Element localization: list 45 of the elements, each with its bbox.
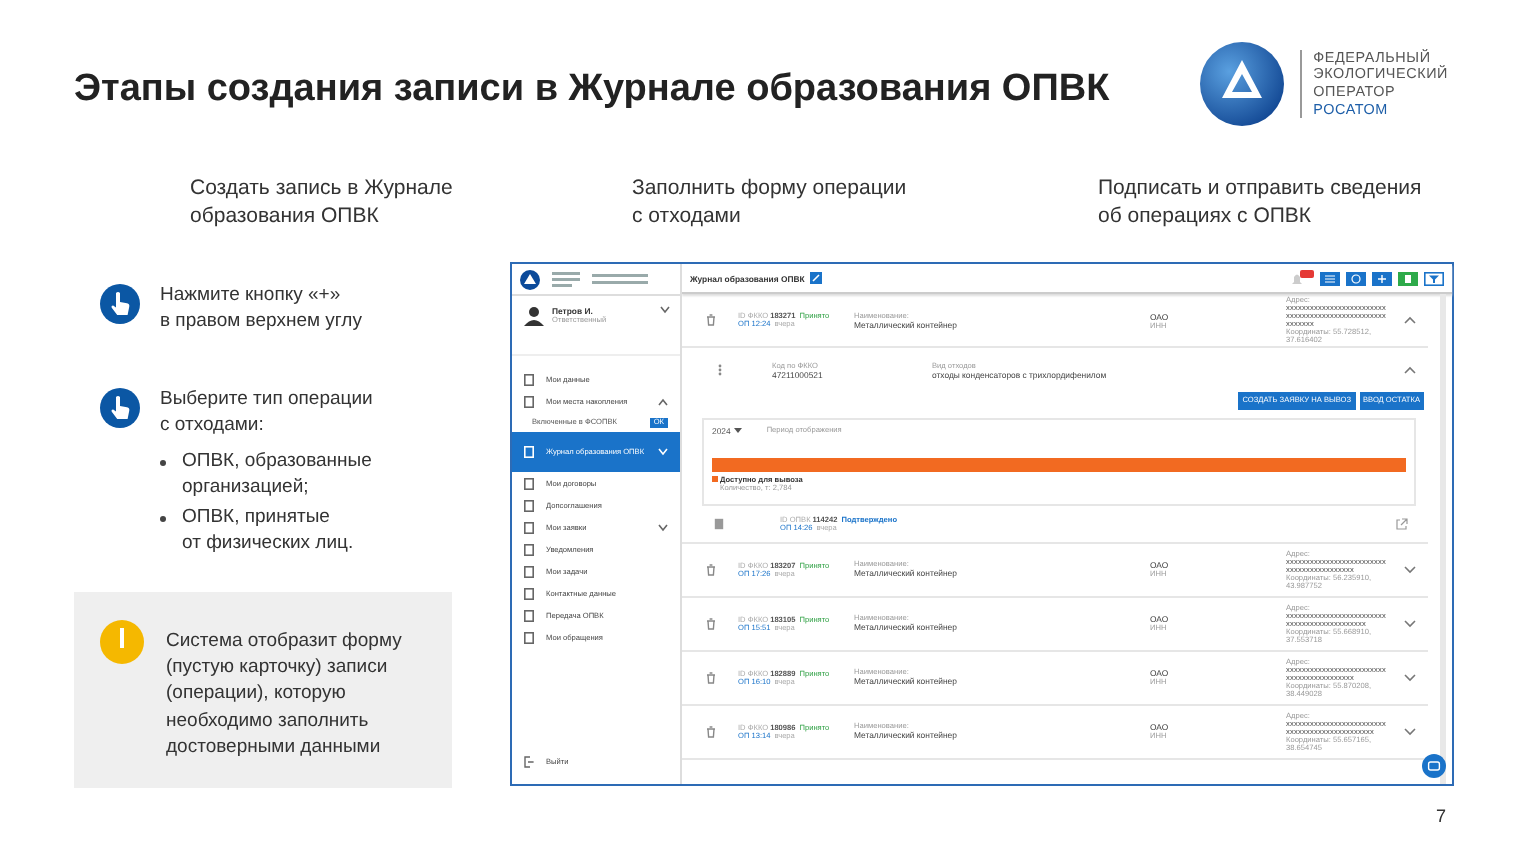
chevron-down-icon[interactable] (1404, 727, 1416, 735)
trash-icon[interactable] (706, 671, 716, 683)
bullet-text: ОПВК, принятые от физических лиц. (182, 506, 354, 556)
bullet-text: ОПВК, образованные организацией; (182, 450, 372, 500)
edit-icon[interactable] (810, 272, 823, 284)
bullet-icon (160, 516, 166, 522)
chevron-down-icon[interactable] (1404, 673, 1416, 681)
bullet-icon (160, 460, 166, 466)
page-number: 7 (1435, 806, 1446, 826)
trash-icon[interactable] (706, 617, 716, 629)
chevron-down-icon[interactable] (660, 306, 670, 314)
note-text: Система отобразит форму (пустую карточку) записи (операции), которую необходимо заполнить достоверными данными (166, 628, 402, 761)
refresh-icon[interactable] (1346, 271, 1366, 285)
hand-pointer-icon (100, 284, 140, 324)
logo-text-drawing (552, 271, 652, 287)
logo-icon (520, 269, 540, 289)
external-link-icon[interactable] (1396, 517, 1408, 529)
filter-icon[interactable] (1424, 271, 1444, 285)
instruction-text: Нажмите кнопку «+» в правом верхнем углу (160, 284, 362, 334)
list-icon[interactable] (1320, 271, 1340, 285)
trash-icon[interactable] (706, 563, 716, 575)
logo-icon (1199, 42, 1284, 126)
plus-icon[interactable] (1372, 271, 1392, 285)
caret-icon (734, 427, 743, 433)
legend-swatch-icon (712, 476, 718, 482)
slide-title: Этапы создания записи в Журнале образования ОПВК (74, 68, 1110, 112)
bell-icon[interactable] (1290, 270, 1314, 286)
chevron-down-icon[interactable] (1404, 565, 1416, 573)
chevron-up-icon[interactable] (1404, 366, 1416, 374)
document-icon (524, 446, 534, 458)
exit-icon (524, 755, 534, 767)
avatar-icon (524, 306, 544, 326)
chevron-up-icon[interactable] (1404, 316, 1416, 324)
step-heading: Заполнить форму операции с отходами (632, 176, 909, 230)
document-icon (714, 517, 724, 529)
trash-icon[interactable] (706, 314, 716, 326)
hand-pointer-icon (100, 388, 140, 428)
trash-icon[interactable] (706, 725, 716, 737)
instruction-text: Выберите тип операции с отходами: (160, 388, 373, 438)
step-heading: Создать запись в Журнале образования ОПВК (190, 176, 455, 230)
document-icon[interactable] (1398, 271, 1418, 285)
chevron-down-icon[interactable] (1404, 619, 1416, 627)
chat-icon[interactable] (1422, 754, 1446, 778)
exclamation-icon (100, 620, 144, 664)
step-heading: Подписать и отправить сведения об операциях с ОПВК (1098, 176, 1422, 230)
